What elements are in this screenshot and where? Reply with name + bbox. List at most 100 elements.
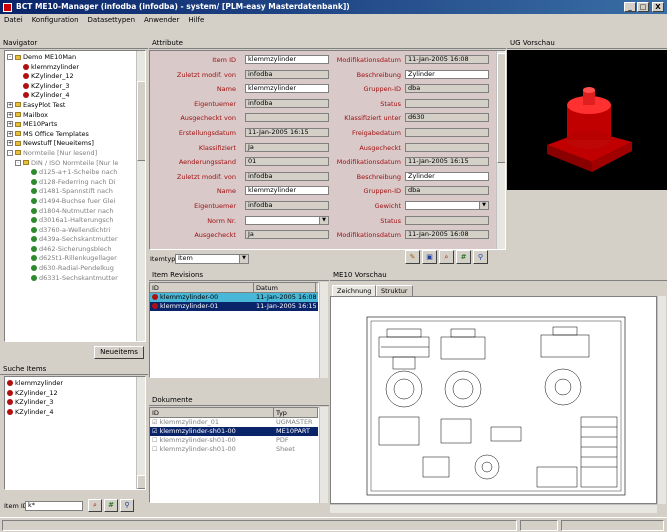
field-input[interactable]	[405, 98, 489, 108]
table-row[interactable]: ☐ klemmzylinder-sh01-00 PDF	[150, 436, 318, 445]
field-input[interactable]	[405, 128, 489, 137]
tree-node[interactable]: d630-Radial-Pendelkug	[7, 264, 135, 274]
find-icon[interactable]: ⚲	[473, 250, 488, 264]
hash-button[interactable]: #	[104, 499, 118, 512]
tree-node[interactable]: + EasyPlot Test	[7, 101, 135, 111]
field-input[interactable]: 11-Jan-2005 16:15	[245, 128, 329, 137]
tree-node[interactable]: d125-a+1-Scheibe nach	[7, 168, 135, 178]
tree-node[interactable]: d1481-Spannstift nach	[7, 187, 135, 197]
menu-datasettypen[interactable]: Datasettypen	[88, 14, 136, 27]
menu-hilfe[interactable]: Hilfe	[188, 14, 204, 27]
search-scrollbar[interactable]	[136, 377, 145, 489]
search-results-list[interactable]: klemmzylinder KZylinder_12 KZylinder_3 KZyl…	[4, 376, 146, 490]
field-input[interactable]: 11-Jan-2005 16:08	[405, 55, 489, 64]
field-input[interactable]: dba	[405, 84, 489, 94]
me10-vscroll[interactable]	[657, 296, 666, 504]
revisions-table[interactable]: ID Datum klemmzylinder-00 11-Jan-2005 16…	[149, 282, 319, 378]
tree-node[interactable]: - Normteile [Nur lesend]	[7, 149, 135, 159]
field-input[interactable]	[405, 215, 489, 225]
field-input[interactable]: 11-Jan-2005 16:15	[405, 157, 489, 167]
tab-zeichnung[interactable]: Zeichnung	[332, 285, 377, 296]
tree-node[interactable]: d625t1-Rillenkugellager	[7, 254, 135, 264]
field-input[interactable]: infodba	[245, 98, 329, 108]
collapse-icon[interactable]: -	[7, 54, 13, 60]
list-item[interactable]: KZylinder_4	[7, 408, 135, 418]
tree-node[interactable]: - Demo ME10Man	[7, 53, 135, 63]
item-id-input[interactable]: k*	[25, 501, 83, 511]
tree-node[interactable]: KZylinder_4	[7, 91, 135, 101]
list-item[interactable]: KZylinder_12	[7, 389, 135, 399]
tree-node[interactable]: + MS Office Templates	[7, 130, 135, 140]
tree-node[interactable]: - DIN / ISO Normteile [Nur le	[7, 159, 135, 169]
collapse-icon[interactable]: -	[15, 159, 21, 166]
search-go-button[interactable]: ⌕	[88, 499, 102, 512]
tree-node[interactable]: KZylinder_12	[7, 72, 135, 82]
field-input[interactable]: 01	[245, 157, 329, 167]
tree-node[interactable]: d1804-Nutmutter nach	[7, 207, 135, 217]
menu-datei[interactable]: Datei	[4, 14, 23, 27]
field-input[interactable]: infodba	[245, 69, 329, 79]
itemtyp-select[interactable]: Item ▼	[175, 254, 249, 264]
expand-icon[interactable]: +	[7, 111, 13, 118]
field-input[interactable]: ▼	[405, 201, 489, 210]
rev-col-date[interactable]: Datum	[254, 283, 316, 292]
hash-icon[interactable]: #	[456, 250, 471, 264]
maximize-button[interactable]: □	[637, 2, 649, 12]
revisions-scrollbar[interactable]	[319, 282, 328, 378]
tree-node[interactable]: d128-Federring nach Di	[7, 178, 135, 188]
rev-col-id[interactable]: ID	[150, 283, 254, 292]
tab-struktur[interactable]: Struktur	[376, 285, 413, 296]
field-input[interactable]: Ja	[245, 230, 329, 240]
tree-node[interactable]: d462-Sicherungsblech	[7, 245, 135, 255]
me10-drawing-area[interactable]	[330, 296, 657, 504]
field-input[interactable]: 11-Jan-2005 16:08	[405, 230, 489, 240]
table-row[interactable]: ☐ klemmzylinder-sh01-00 Sheet	[150, 445, 318, 454]
close-button[interactable]: X	[652, 2, 664, 12]
tree-node[interactable]: d1494-Buchse fuer Glei	[7, 197, 135, 207]
tree-node[interactable]: + Newstuff [Neueitems]	[7, 139, 135, 149]
navigator-scrollbar[interactable]	[136, 51, 145, 341]
field-input[interactable]: ▼	[245, 215, 329, 225]
tree-node[interactable]: d3016a1-Halterungsch	[7, 216, 135, 226]
save-icon[interactable]: ▣	[422, 250, 437, 264]
minimize-button[interactable]: _	[624, 2, 636, 12]
table-row[interactable]: ☑ klemmzylinder-sh01-00 ME10PART	[150, 427, 318, 436]
field-input[interactable]: klemmzylinder	[245, 84, 329, 94]
expand-icon[interactable]: +	[7, 140, 13, 147]
field-input[interactable]: klemmzylinder	[245, 186, 329, 196]
list-item[interactable]: klemmzylinder	[7, 379, 135, 389]
tree-node[interactable]: + ME10Parts	[7, 120, 135, 130]
navigator-tree[interactable]: - Demo ME10Man klemmzylinder KZylinder_12 KZ…	[4, 50, 146, 342]
documents-scrollbar[interactable]	[319, 407, 328, 503]
search-icon[interactable]: ⌕	[439, 250, 454, 264]
field-input[interactable]: infodba	[245, 201, 329, 210]
collapse-icon[interactable]: -	[7, 149, 13, 156]
field-input[interactable]: infodba	[245, 171, 329, 181]
field-input[interactable]: klemmzylinder	[245, 55, 329, 64]
field-input[interactable]: Zylinder	[405, 69, 489, 79]
tree-node[interactable]: d3760-a-Wellendichtri	[7, 226, 135, 236]
tree-node[interactable]: KZylinder_3	[7, 82, 135, 92]
field-input[interactable]	[245, 113, 329, 123]
expand-icon[interactable]: +	[7, 101, 13, 108]
tree-node[interactable]: d6331-Sechskantmutter	[7, 274, 135, 284]
table-row[interactable]: klemmzylinder-00 11-Jan-2005 16:08	[150, 293, 318, 302]
edit-icon[interactable]: ✎	[405, 250, 420, 264]
doc-col-type[interactable]: Typ	[274, 408, 318, 417]
field-input[interactable]	[405, 142, 489, 152]
field-input[interactable]: Ja	[245, 142, 329, 152]
list-item[interactable]: KZylinder_3	[7, 398, 135, 408]
tree-node[interactable]: + Mailbox	[7, 111, 135, 121]
table-row[interactable]: ☑ klemmzylinder_01 UGMASTER	[150, 418, 318, 427]
documents-table[interactable]: ID Typ ☑ klemmzylinder_01 UGMASTER ☑ kle…	[149, 407, 319, 503]
menu-anwender[interactable]: Anwender	[144, 14, 179, 27]
expand-icon[interactable]: +	[7, 130, 13, 137]
me10-hscroll[interactable]	[330, 504, 657, 513]
field-input[interactable]: dba	[405, 186, 489, 196]
expand-icon[interactable]: +	[7, 121, 13, 128]
ug-preview-image[interactable]	[507, 50, 667, 190]
table-row[interactable]: klemmzylinder-01 11-Jan-2005 16:15	[150, 302, 318, 311]
field-input[interactable]: d630	[405, 113, 489, 123]
field-input[interactable]: Zylinder	[405, 171, 489, 181]
doc-col-id[interactable]: ID	[150, 408, 274, 417]
